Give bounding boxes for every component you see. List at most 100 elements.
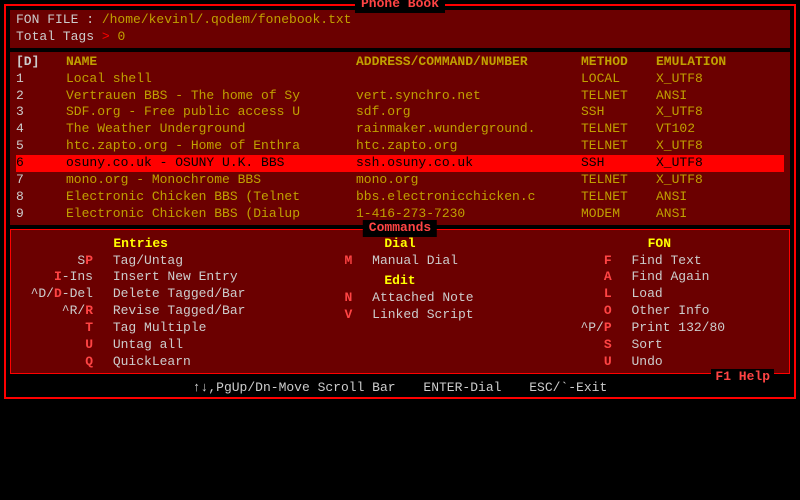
command-item[interactable]: N-Attached Note [274,290,525,307]
command-item[interactable]: S-Sort [534,337,785,354]
table-row[interactable]: 5htc.zapto.org - Home of Enthrahtc.zapto… [16,138,784,155]
command-item[interactable]: U-Untag all [15,337,266,354]
command-key: O [534,303,612,320]
table-row[interactable]: 4The Weather Undergroundrainmaker.wunder… [16,121,784,138]
row-index: 1 [16,71,66,88]
dial-heading: Dial [274,236,525,253]
command-label: Delete Tagged/Bar [113,286,246,303]
table-row[interactable]: 3SDF.org - Free public access Usdf.orgSS… [16,104,784,121]
row-index: 5 [16,138,66,155]
command-item[interactable]: F-Find Text [534,253,785,270]
command-key: L [534,286,612,303]
command-label: Find Text [631,253,701,270]
command-item[interactable]: L-Load [534,286,785,303]
commands-box: Commands Entries SP-Tag/UntagI-Ins-Inser… [10,229,790,374]
row-name: osuny.co.uk - OSUNY U.K. BBS [66,155,356,172]
row-emulation: X_UTF8 [656,71,746,88]
header-block: FON FILE : /home/kevinl/.qodem/fonebook.… [10,10,790,48]
cmd-col-dial-edit: Dial M-Manual Dial Edit N-Attached NoteV… [274,236,525,371]
command-label: Tag/Untag [113,253,183,270]
row-method: SSH [581,155,656,172]
table-row[interactable]: 1Local shellLOCALX_UTF8 [16,71,784,88]
command-key: ^P/P [534,320,612,337]
row-emulation: X_UTF8 [656,155,746,172]
command-label: Load [631,286,662,303]
col-method: METHOD [581,54,656,71]
command-key: I-Ins [15,269,93,286]
fon-heading: FON [534,236,785,253]
entries-heading: Entries [15,236,266,253]
col-emul: EMULATION [656,54,746,71]
command-label: Untag all [113,337,183,354]
row-method: SSH [581,104,656,121]
row-index: 8 [16,189,66,206]
row-name: The Weather Underground [66,121,356,138]
row-name: Electronic Chicken BBS (Dialup [66,206,356,223]
command-item[interactable]: ^P/P-Print 132/80 [534,320,785,337]
total-tags-label: Total Tags [16,29,94,44]
command-key: U [534,354,612,371]
command-key: ^R/R [15,303,93,320]
command-label: Find Again [631,269,709,286]
row-address: ssh.osuny.co.uk [356,155,581,172]
table-row[interactable]: 2Vertrauen BBS - The home of Syvert.sync… [16,88,784,105]
edit-heading: Edit [274,273,525,290]
command-item[interactable]: ^D/D-Del-Delete Tagged/Bar [15,286,266,303]
command-label: Insert New Entry [113,269,238,286]
row-name: Local shell [66,71,356,88]
command-item[interactable]: ^R/R-Revise Tagged/Bar [15,303,266,320]
command-label: Revise Tagged/Bar [113,303,246,320]
row-method: TELNET [581,172,656,189]
main-window: Phone Book FON FILE : /home/kevinl/.qode… [4,4,796,399]
cmd-col-entries: Entries SP-Tag/UntagI-Ins-Insert New Ent… [15,236,266,371]
row-address: rainmaker.wunderground. [356,121,581,138]
commands-title: Commands [363,220,437,237]
command-label: Print 132/80 [631,320,725,337]
command-key: T [15,320,93,337]
row-method: TELNET [581,189,656,206]
command-item[interactable]: T-Tag Multiple [15,320,266,337]
cmd-col-fon: FON F-Find TextA-Find AgainL-LoadO-Other… [534,236,785,371]
row-emulation: X_UTF8 [656,104,746,121]
command-key: ^D/D-Del [15,286,93,303]
total-tags-value: 0 [117,29,125,44]
table-row[interactable]: 6osuny.co.uk - OSUNY U.K. BBSssh.osuny.c… [16,155,784,172]
command-key: M [274,253,352,270]
footer: F1 Help ↑↓,PgUp/Dn-Move Scroll Bar ENTER… [6,378,794,397]
row-emulation: ANSI [656,189,746,206]
command-item[interactable]: A-Find Again [534,269,785,286]
command-key: S [534,337,612,354]
row-method: TELNET [581,88,656,105]
row-address: sdf.org [356,104,581,121]
fon-file-value: /home/kevinl/.qodem/fonebook.txt [102,12,352,27]
row-address [356,71,581,88]
table-row[interactable]: 7mono.org - Monochrome BBSmono.orgTELNET… [16,172,784,189]
row-method: TELNET [581,138,656,155]
command-label: Undo [631,354,662,371]
col-name: NAME [66,54,356,71]
row-index: 6 [16,155,66,172]
row-name: Vertrauen BBS - The home of Sy [66,88,356,105]
command-item[interactable]: M-Manual Dial [274,253,525,270]
command-item[interactable]: O-Other Info [534,303,785,320]
command-item[interactable]: Q-QuickLearn [15,354,266,371]
row-emulation: X_UTF8 [656,138,746,155]
row-index: 3 [16,104,66,121]
row-emulation: ANSI [656,88,746,105]
command-item[interactable]: SP-Tag/Untag [15,253,266,270]
f1-help[interactable]: F1 Help [711,369,774,386]
command-item[interactable]: V-Linked Script [274,307,525,324]
table-row[interactable]: 8Electronic Chicken BBS (Telnetbbs.elect… [16,189,784,206]
row-index: 4 [16,121,66,138]
command-key: Q [15,354,93,371]
row-name: Electronic Chicken BBS (Telnet [66,189,356,206]
command-label: Manual Dial [372,253,458,270]
command-key: N [274,290,352,307]
row-emulation: ANSI [656,206,746,223]
entry-list[interactable]: [D] NAME ADDRESS/COMMAND/NUMBER METHOD E… [10,52,790,225]
command-key: SP [15,253,93,270]
row-emulation: X_UTF8 [656,172,746,189]
command-item[interactable]: I-Ins-Insert New Entry [15,269,266,286]
row-name: htc.zapto.org - Home of Enthra [66,138,356,155]
row-name: mono.org - Monochrome BBS [66,172,356,189]
